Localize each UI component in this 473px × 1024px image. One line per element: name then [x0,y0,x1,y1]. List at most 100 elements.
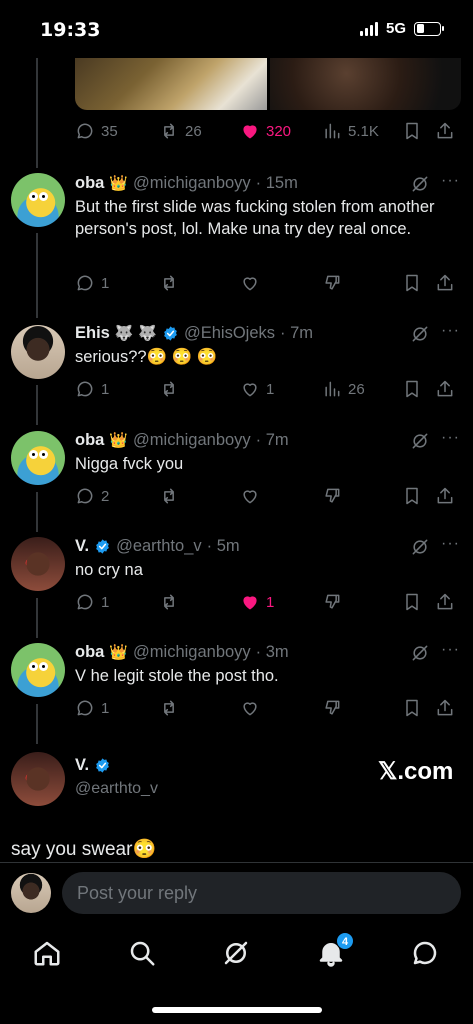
bookmark-button[interactable] [402,121,422,141]
share-icon [437,380,453,397]
post-media[interactable] [75,58,461,110]
share-button[interactable] [435,121,455,141]
views-button[interactable]: 26 [322,379,365,399]
like-count: 1 [266,593,275,611]
more-options-icon[interactable]: ··· [441,429,460,447]
repost-button[interactable] [159,698,179,718]
like-button[interactable] [240,698,260,718]
repost-button[interactable] [159,592,179,612]
grok-icon[interactable] [410,324,430,344]
share-button[interactable] [435,698,455,718]
verified-badge-icon [96,538,109,554]
name-emoji: 👑 [109,643,129,661]
repost-icon [164,594,174,610]
reply-input[interactable]: Post your reply [62,872,461,914]
repost-button[interactable] [159,273,179,293]
reply-button[interactable]: 2 [75,486,109,506]
downvote-button[interactable] [322,698,342,718]
reply-button[interactable]: 35 [75,121,118,141]
grok-icon[interactable] [410,431,430,451]
share-button[interactable] [435,592,455,612]
share-button[interactable] [435,379,455,399]
user-handle[interactable]: @EhisOjeks [184,324,275,343]
reply-text: V he legit stole the post tho. [75,667,279,685]
grok-icon[interactable] [410,174,430,194]
media-image-person[interactable] [269,58,461,110]
share-button[interactable] [435,486,455,506]
x-watermark: 𝕏.com [378,758,454,785]
share-button[interactable] [435,273,455,293]
bookmark-button[interactable] [402,379,422,399]
bookmark-icon [406,380,418,398]
my-avatar[interactable] [11,873,51,913]
share-icon [437,699,453,716]
reply-button[interactable]: 1 [75,592,109,612]
status-icons: 5G [359,20,444,37]
like-button[interactable]: 1 [240,592,274,612]
display-name[interactable]: Ehis [75,324,110,343]
reply-button[interactable]: 1 [75,379,109,399]
bookmark-button[interactable] [402,486,422,506]
avatar[interactable] [11,173,65,227]
views-button[interactable]: 5.1K [322,121,379,141]
like-count: 320 [266,122,292,140]
more-options-icon[interactable]: ··· [441,535,460,553]
user-handle[interactable]: @earthto_v [116,537,202,556]
reply-count: 1 [101,593,110,611]
user-handle[interactable]: @michiganboyy [133,643,251,662]
status-bar: 19:33 5G [0,0,473,58]
repost-button[interactable] [159,379,179,399]
chat-icon [413,941,437,965]
display-name[interactable]: oba [75,431,104,450]
downvote-button[interactable] [322,273,342,293]
avatar[interactable] [11,537,65,591]
reply-count: 35 [101,122,118,140]
like-button[interactable] [240,486,260,506]
avatar[interactable] [11,643,65,697]
media-image-food[interactable] [75,58,267,110]
reply-button[interactable]: 1 [75,273,109,293]
grok-icon [224,941,248,965]
thumbs-down-icon [325,700,340,715]
repost-icon [164,275,174,291]
like-button[interactable] [240,273,260,293]
tab-search[interactable] [127,938,157,968]
reply-icon [77,381,93,397]
display-name[interactable]: oba [75,643,104,662]
downvote-button[interactable] [322,592,342,612]
more-options-icon[interactable]: ··· [441,641,460,659]
display-name[interactable]: V. [75,537,89,556]
display-name[interactable]: V. [75,756,89,775]
like-button[interactable]: 1 [240,379,274,399]
repost-button[interactable]: 26 [159,121,202,141]
reply-count: 1 [101,699,110,717]
avatar[interactable] [11,431,65,485]
bookmark-button[interactable] [402,273,422,293]
share-icon [437,274,453,291]
like-button[interactable]: 320 [240,121,291,141]
more-options-icon[interactable]: ··· [441,172,460,190]
tab-grok[interactable] [221,938,251,968]
user-handle[interactable]: @michiganboyy [133,174,251,193]
tab-home[interactable] [32,938,62,968]
bookmark-button[interactable] [402,698,422,718]
grok-icon[interactable] [410,643,430,663]
reply-text: Nigga fvck you [75,455,184,473]
display-name[interactable]: oba [75,174,104,193]
grok-icon[interactable] [410,537,430,557]
share-icon [437,487,453,504]
reply-button[interactable]: 1 [75,698,109,718]
user-handle[interactable]: @michiganboyy [133,431,251,450]
divider [0,862,473,863]
avatar[interactable] [11,752,65,806]
reply-text: no cry na [75,561,143,579]
tab-messages[interactable] [410,938,440,968]
verified-badge-icon [164,325,177,341]
bookmark-button[interactable] [402,592,422,612]
more-options-icon[interactable]: ··· [441,322,460,340]
repost-button[interactable] [159,486,179,506]
user-handle[interactable]: @earthto_v [75,780,158,798]
downvote-button[interactable] [322,486,342,506]
reply-icon [77,275,93,291]
avatar[interactable] [11,325,65,379]
